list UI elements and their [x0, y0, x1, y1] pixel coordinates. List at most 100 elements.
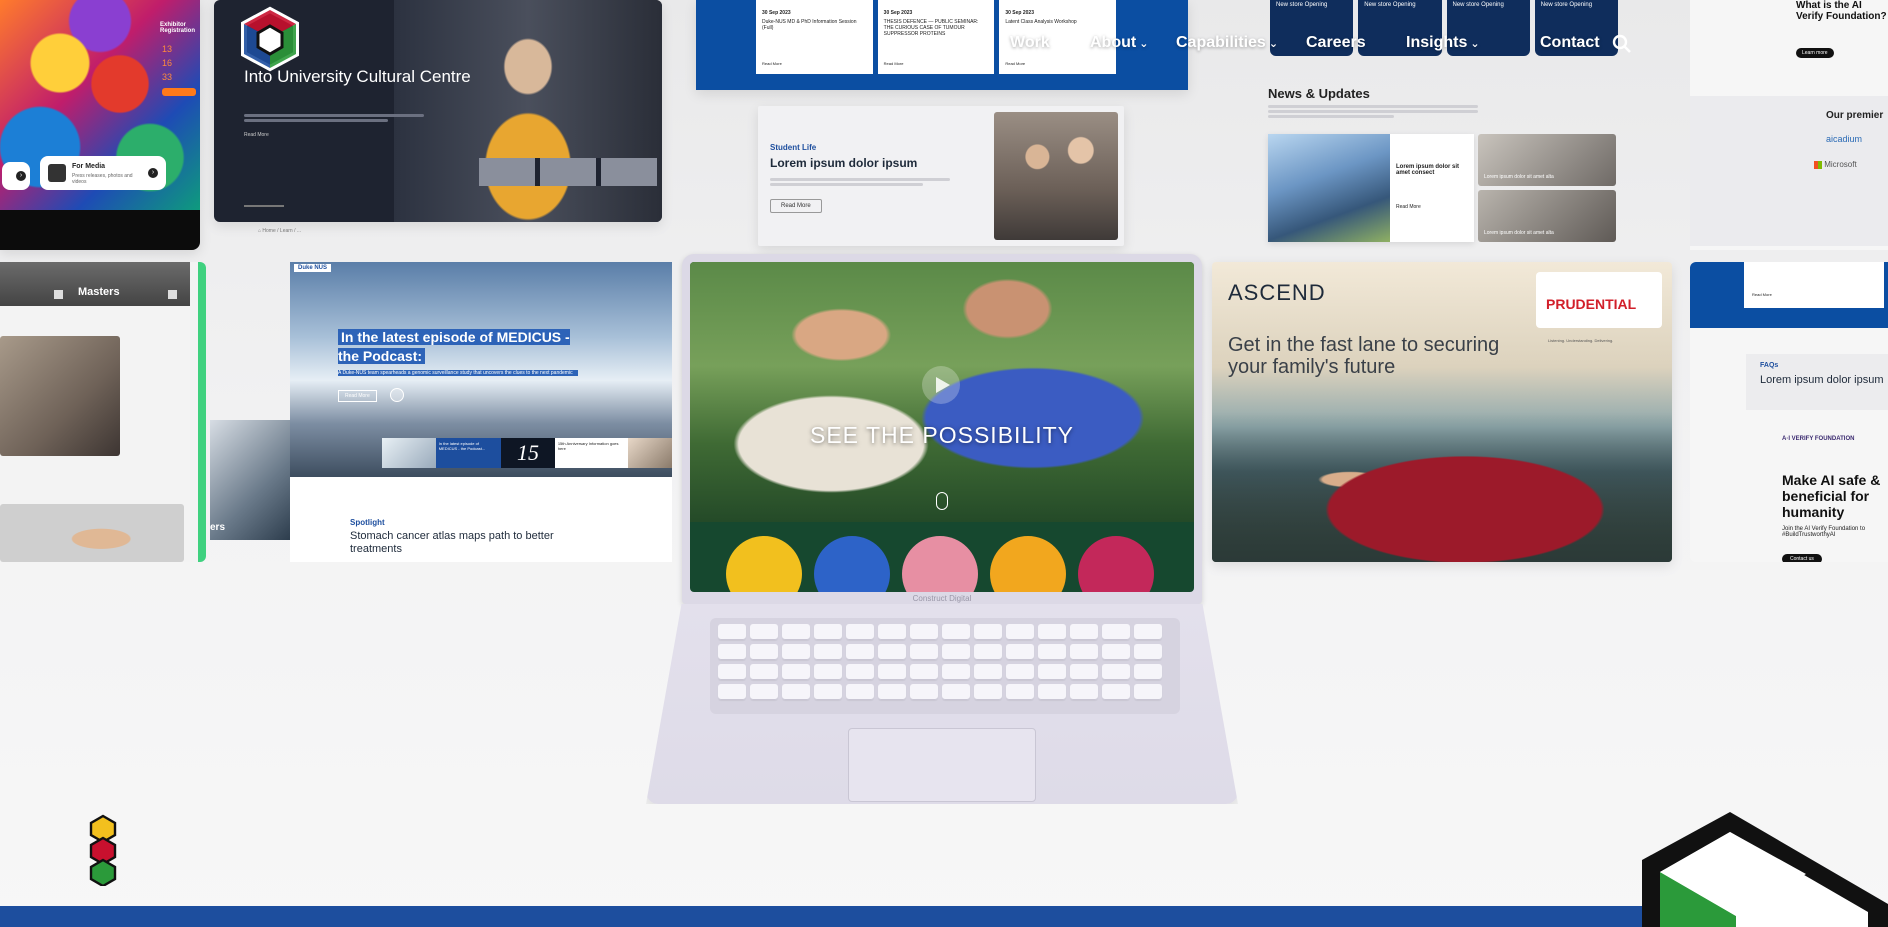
news-side-caption: Lorem ipsum dolor sit amet alta: [1484, 230, 1554, 236]
masters-tile[interactable]: Masters: [0, 262, 206, 562]
anniversary-text[interactable]: 15th Anniversary Information goes here: [554, 438, 628, 468]
laptop: SEE THE POSSIBILITY Construct Digital: [646, 254, 1238, 806]
laptop-brand: Construct Digital: [912, 594, 972, 603]
for-media-title: For Media: [72, 163, 106, 170]
prudential-headline: Get in the fast lane to securing your fa…: [1228, 334, 1500, 378]
nav-contact[interactable]: Contact: [1540, 34, 1600, 52]
ai-verify-tile[interactable]: Read More FAQs Lorem ipsum dolor ipsum A…: [1690, 262, 1888, 562]
laptop-screen[interactable]: SEE THE POSSIBILITY: [690, 262, 1194, 592]
chevron-down-icon: ⌄: [1470, 38, 1480, 50]
festival-tile[interactable]: Exhibitor Registration 13 16 33 For Medi…: [0, 0, 200, 250]
ai-verify-top-title: What is the AI Verify Foundation?: [1796, 0, 1887, 22]
event-read-more[interactable]: Read More: [884, 61, 904, 66]
event-title: Latent Class Analysis Workshop: [1005, 19, 1077, 25]
ai-verify-top-tile[interactable]: What is the AI Verify Foundation? Learn …: [1690, 0, 1888, 250]
nav-capabilities[interactable]: Capabilities ⌄: [1176, 34, 1278, 52]
search-icon[interactable]: [1612, 34, 1632, 54]
partner-logo: Microsoft: [1814, 160, 1857, 169]
duke-nus-logo: Duke NUS: [294, 264, 332, 272]
nav-insights[interactable]: Insights ⌄: [1406, 34, 1480, 52]
ai-verify-read-more[interactable]: Read More: [1752, 292, 1772, 297]
news-feature-card[interactable]: Lorem ipsum dolor sit amet consect Read …: [1268, 134, 1474, 242]
play-icon[interactable]: [390, 388, 404, 402]
masters-portrait: [0, 504, 184, 562]
event-card[interactable]: 30 Sep 2023 Duke-NUS MD & PhD Informatio…: [756, 0, 873, 74]
red-car-photo: [1212, 412, 1672, 562]
ai-verify-logo: A·I VERIFY FOUNDATION: [1782, 436, 1855, 442]
chevron-down-icon: ⌄: [1139, 38, 1149, 50]
read-more-link[interactable]: Read More: [244, 132, 269, 138]
nav-careers[interactable]: Careers: [1306, 34, 1366, 52]
pager[interactable]: [244, 205, 284, 207]
site-logo[interactable]: [238, 6, 302, 82]
register-button[interactable]: [162, 88, 196, 96]
for-media-card[interactable]: For Media Press releases, photos and vid…: [40, 156, 166, 190]
partner-logo: aicadium: [1826, 134, 1863, 144]
play-icon[interactable]: [922, 366, 960, 404]
nav-work[interactable]: Work: [1010, 34, 1050, 52]
faq-title: Lorem ipsum dolor ipsum: [1760, 374, 1884, 386]
category-circle[interactable]: [814, 536, 890, 592]
prev-card[interactable]: ›: [2, 162, 30, 190]
anniversary-badge[interactable]: 15: [501, 438, 555, 468]
nav-about[interactable]: About ⌄: [1090, 34, 1148, 52]
festival-label: Exhibitor Registration: [160, 22, 196, 34]
student-life-photo: [994, 112, 1118, 240]
news-side-card[interactable]: Lorem ipsum dolor sit amet alta: [1478, 134, 1616, 186]
learn-more-button[interactable]: Learn more: [1796, 48, 1834, 58]
cultural-centre-photo: [394, 0, 662, 222]
next-arrow-icon[interactable]: [168, 290, 177, 299]
news-read-more[interactable]: Read More: [1396, 204, 1421, 210]
medicus-thumb-text[interactable]: In the latest episode of MEDICUS - the P…: [435, 438, 502, 468]
countdown-hours: 16: [162, 58, 173, 68]
news-tile[interactable]: News & Updates Lorem ipsum dolor sit ame…: [1268, 86, 1628, 246]
event-date: 30 Sep 2023: [762, 10, 791, 16]
ai-verify-headline: Make AI safe & beneficial for humanity: [1782, 472, 1881, 520]
news-title: News & Updates: [1268, 86, 1370, 101]
scroll-mouse-icon[interactable]: [936, 492, 948, 510]
building-photo: [1268, 134, 1390, 242]
chevron-down-icon: ⌄: [1268, 38, 1279, 50]
countdown-days: 13: [162, 44, 173, 54]
category-circle[interactable]: [1078, 536, 1154, 592]
stacked-cubes-icon[interactable]: [88, 814, 118, 888]
news-side-caption: Lorem ipsum dolor sit amet alta: [1484, 174, 1554, 180]
breadcrumb: ⌂ Home / Learn / ...: [258, 228, 302, 234]
faq-eyebrow: FAQs: [1760, 362, 1779, 369]
category-circle[interactable]: [902, 536, 978, 592]
arrow-right-icon: ›: [16, 171, 26, 181]
medicus-tile[interactable]: Duke NUS In the latest episode of MEDICU…: [290, 262, 672, 562]
news-side-card[interactable]: Lorem ipsum dolor sit amet alta: [1478, 190, 1616, 242]
category-circle[interactable]: [990, 536, 1066, 592]
prudential-tile[interactable]: ASCEND PRUDENTIAL Listening. Understandi…: [1212, 262, 1672, 562]
logo-icon: [241, 6, 299, 72]
hero-tagline: SEE THE POSSIBILITY: [810, 422, 1074, 448]
premier-partners-heading: Our premier: [1826, 110, 1884, 121]
student-life-eyebrow: Student Life: [770, 143, 817, 152]
medicus-sub: A Duke-NUS team spearheads a genomic sur…: [338, 370, 578, 376]
festival-countdown: 13 16 33: [162, 42, 172, 84]
event-title: THESIS DEFENCE — PUBLIC SEMINAR: THE CUR…: [883, 19, 979, 37]
event-date: 30 Sep 2023: [883, 10, 913, 16]
contact-us-button[interactable]: Contact us: [1782, 554, 1822, 562]
event-read-more[interactable]: Read More: [1005, 61, 1025, 66]
arrow-right-icon[interactable]: ›: [148, 168, 158, 178]
microsoft-icon: [1814, 160, 1822, 169]
medicus-title: In the latest episode of MEDICUS - the P…: [338, 329, 570, 364]
keyboard: [710, 618, 1180, 714]
spotlight-eyebrow: Spotlight: [350, 518, 385, 527]
medicus-thumb[interactable]: [382, 438, 436, 468]
student-life-tile[interactable]: Student Life Lorem ipsum dolor ipsum Rea…: [758, 106, 1124, 246]
prev-arrow-icon[interactable]: [54, 290, 63, 299]
medicus-read-more[interactable]: Read More: [338, 390, 377, 402]
laptop-base: [646, 604, 1238, 804]
large-cube-icon: [1636, 808, 1888, 927]
event-card[interactable]: 30 Sep 2023 THESIS DEFENCE — PUBLIC SEMI…: [877, 0, 995, 74]
thumbnail-strip[interactable]: [479, 158, 657, 186]
prudential-logo-box: PRUDENTIAL: [1536, 272, 1662, 328]
trackpad: [848, 728, 1036, 802]
event-read-more[interactable]: Read More: [762, 61, 782, 66]
student-life-read-more[interactable]: Read More: [770, 199, 822, 213]
category-circles: [726, 536, 1166, 592]
category-circle[interactable]: [726, 536, 802, 592]
